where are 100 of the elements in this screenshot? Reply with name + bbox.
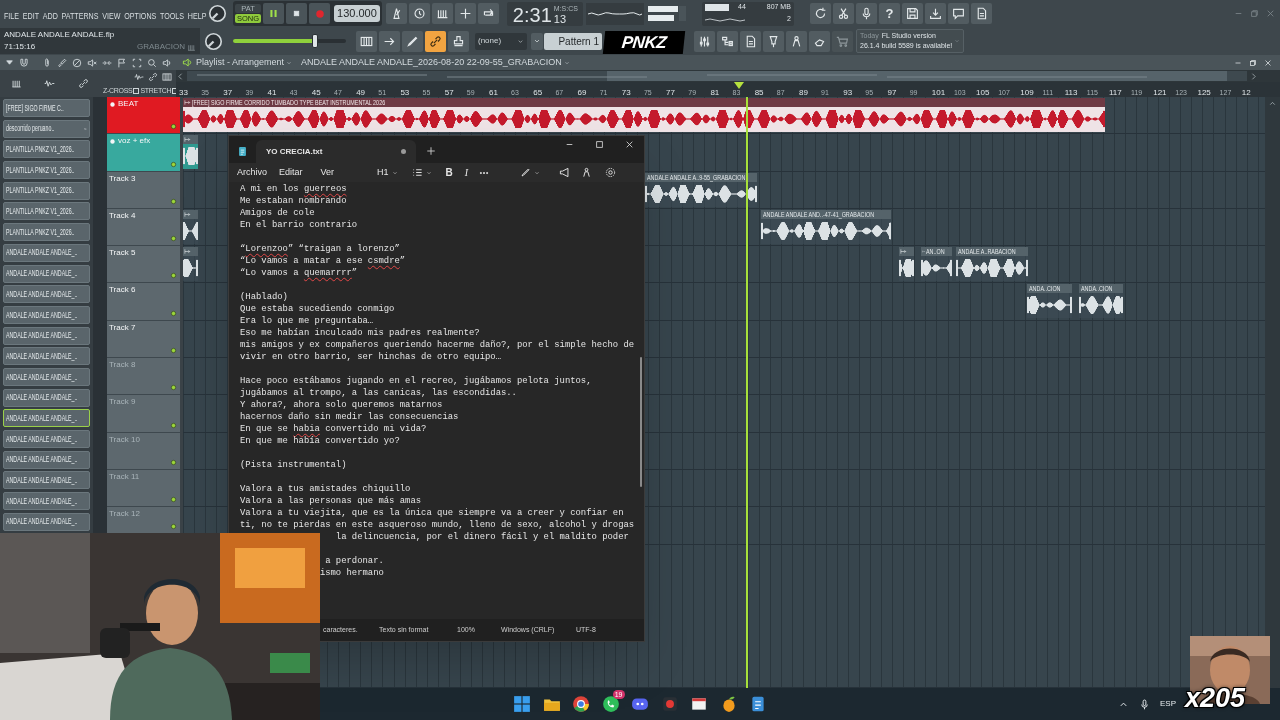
menu-item[interactable]: VIEW xyxy=(102,8,121,23)
text-line: ti, no te pierdas en este asqueroso mundo, lleno de sexo, alcohol y drogas xyxy=(240,520,635,530)
language-indicator[interactable]: ESP xyxy=(1160,698,1176,710)
menu-item[interactable]: FILE xyxy=(4,8,20,23)
track-header[interactable]: Track 10 xyxy=(107,432,180,470)
ruler-number: 125 xyxy=(1197,88,1211,97)
menu-item[interactable]: TOOLS xyxy=(160,8,185,23)
heading-dropdown[interactable]: H1 xyxy=(377,165,398,180)
text-line: la delincuencia, por el dinero fácil y el maldito poder xyxy=(335,532,629,542)
menu-item[interactable]: Ver xyxy=(320,165,335,180)
browser-item[interactable]: ANDALE ANDALE ANDALE_.. xyxy=(3,285,90,304)
ruler-number: 73 xyxy=(621,88,631,97)
menu-item[interactable]: OPTIONS xyxy=(124,8,157,23)
menu-item[interactable]: Archivo xyxy=(237,165,267,180)
browser-item[interactable]: ANDALE ANDALE ANDALE_.. xyxy=(3,388,90,407)
clock-time: 2:31 xyxy=(512,3,552,26)
text-line: En que me había convertido yo? xyxy=(240,436,400,446)
text-line: vivir en otro barrio, ser hinchas de otro equipo… xyxy=(240,352,501,362)
track-name: Track 7 xyxy=(109,321,136,334)
document-tab[interactable]: YO CRECIA.txt xyxy=(256,140,416,163)
browser-item[interactable]: ANDALE ANDALE ANDALE_.. xyxy=(3,409,90,428)
browser-item[interactable]: PLANTILLA PNKZ V1_2026.. xyxy=(3,161,90,180)
track-header[interactable]: Track 9 xyxy=(107,395,180,433)
text-line: mis amigos y ex compañeros queriendo hacerme daño?, por el simple hecho de xyxy=(240,340,635,350)
browser-item[interactable]: ANDALE ANDALE ANDALE_.. xyxy=(3,430,90,448)
text-line: (Pista instrumental) xyxy=(240,460,347,470)
ruler-number: 49 xyxy=(356,88,366,97)
clock-centis: 13 xyxy=(553,12,567,26)
track-name: BEAT xyxy=(118,98,139,110)
menu-item[interactable]: EDIT xyxy=(22,8,40,23)
browser-item[interactable]: ANDALE ANDALE ANDALE_.. xyxy=(3,347,90,366)
track-header[interactable]: Track 7 xyxy=(107,320,180,359)
text-line: En que se habia convertido mi vida? xyxy=(240,424,427,434)
overlay-counter: x205 xyxy=(1185,683,1246,713)
ruler-number: 97 xyxy=(887,88,897,97)
track-header[interactable]: Track 4 xyxy=(107,208,180,247)
text-line: jugábamos al trompo, a las canicas, las escondidas.. xyxy=(240,388,517,398)
track-name: Track 8 xyxy=(109,359,136,372)
browser-item[interactable]: ANDALE ANDALE ANDALE_.. xyxy=(3,305,90,324)
browser-item[interactable]: ANDALE ANDALE ANDALE_.. xyxy=(3,326,90,345)
browser-item[interactable]: ANDALE ANDALE ANDALE_.. xyxy=(3,450,90,469)
browser-item[interactable]: ANDALE ANDALE ANDALE_.. xyxy=(3,512,90,531)
menu-item[interactable]: PATTERNS xyxy=(61,8,99,23)
text-line: ismo hermano xyxy=(319,568,384,578)
project-name: ANDALE ANDALE ANDALE.flp xyxy=(4,29,116,41)
browser-item[interactable]: ANDALE ANDALE ANDALE_.. xyxy=(3,367,90,386)
ruler-number: 53 xyxy=(400,88,410,97)
browser-item[interactable]: PLANTILLA PNKZ V1_2026.. xyxy=(3,223,90,242)
track-name: Track 12 xyxy=(109,508,140,521)
browser-item[interactable]: ANDALE ANDALE ANDALE_.. xyxy=(3,471,90,490)
text-line: A mi en los guerreos xyxy=(240,184,347,194)
text-line: Eso me habían inculcado mis padres realmente? xyxy=(240,328,480,338)
ruler-number: 101 xyxy=(931,88,946,97)
text-line: Y ahora?, ahora solo queremos matarnos xyxy=(240,400,443,410)
pattern-selector[interactable]: Pattern 1 xyxy=(544,32,602,50)
track-header[interactable]: Track 12 xyxy=(107,507,180,534)
arrangement-selector[interactable]: ANDALE ANDALE ANDALE_2026-08-20 22-09-55_GRABACION xyxy=(301,55,570,70)
track-name: voz + efx xyxy=(118,135,151,148)
track-name: Track 11 xyxy=(109,470,140,483)
browser-item[interactable]: PLANTILLA PNKZ V1_2026.. xyxy=(3,202,90,221)
track-header[interactable]: Track 5 xyxy=(107,246,180,284)
track-header[interactable]: voz + efx xyxy=(107,134,180,172)
text-line: “Lo vamos a matar a ese csmdre” xyxy=(240,256,406,266)
browser-item[interactable]: ANDALE ANDALE ANDALE_.. xyxy=(3,243,90,262)
snap-dropdown[interactable]: (none) xyxy=(475,32,527,50)
track-header[interactable]: Track 11 xyxy=(107,469,180,508)
browser-item[interactable]: descorrido peruano.. xyxy=(3,119,90,138)
browser-item[interactable]: ANDALE ANDALE ANDALE_.. xyxy=(3,492,90,511)
track-header[interactable]: BEAT xyxy=(107,97,180,135)
ruler-number: 89 xyxy=(798,88,808,97)
project-time: 71:15:16 xyxy=(4,41,36,53)
playlist-title[interactable]: Playlist - Arrangement xyxy=(196,55,293,70)
text-line: Que estaba sucediendo conmigo xyxy=(240,304,395,314)
italic-button[interactable]: I xyxy=(464,165,469,180)
ruler-number: 57 xyxy=(444,88,454,97)
track-name: Track 4 xyxy=(109,209,136,222)
menu-item[interactable]: Editar xyxy=(279,165,303,180)
text-line: “Lorenzoo” “traigan a lorenzo” xyxy=(240,244,400,254)
browser-item[interactable]: PLANTILLA PNKZ V1_2026.. xyxy=(3,140,90,159)
bold-button[interactable]: B xyxy=(445,165,453,180)
browser-item[interactable]: PLANTILLA PNKZ V1_2026.. xyxy=(3,181,90,200)
browser-item[interactable]: ANDALE ANDALE ANDALE_.. xyxy=(3,264,90,283)
logo: PNKZ xyxy=(602,31,686,54)
browser-item[interactable]: [FREE] SIGO FIRME C.. xyxy=(3,99,90,117)
track-header[interactable]: Track 6 xyxy=(107,283,180,321)
track-header[interactable]: Track 3 xyxy=(107,171,180,209)
help-button[interactable]: ? xyxy=(878,3,900,24)
ruler-number: 85 xyxy=(754,88,764,97)
ruler-number: 41 xyxy=(267,88,277,97)
menu-item[interactable]: HELP xyxy=(187,8,207,23)
track-header[interactable]: Track 8 xyxy=(107,358,180,396)
ruler-number: 81 xyxy=(710,88,720,97)
ruler-number: 37 xyxy=(223,88,233,97)
ruler-number: 117 xyxy=(1108,88,1122,97)
ruler-number: 105 xyxy=(976,88,990,97)
ruler-number: 12 xyxy=(1241,88,1251,97)
text-line: Valora a las personas que más amas xyxy=(240,496,422,506)
tempo-field[interactable]: 130.000 xyxy=(334,5,380,22)
menu-item[interactable]: ADD xyxy=(42,8,58,23)
text-line: En el barrio contrario xyxy=(240,220,358,230)
